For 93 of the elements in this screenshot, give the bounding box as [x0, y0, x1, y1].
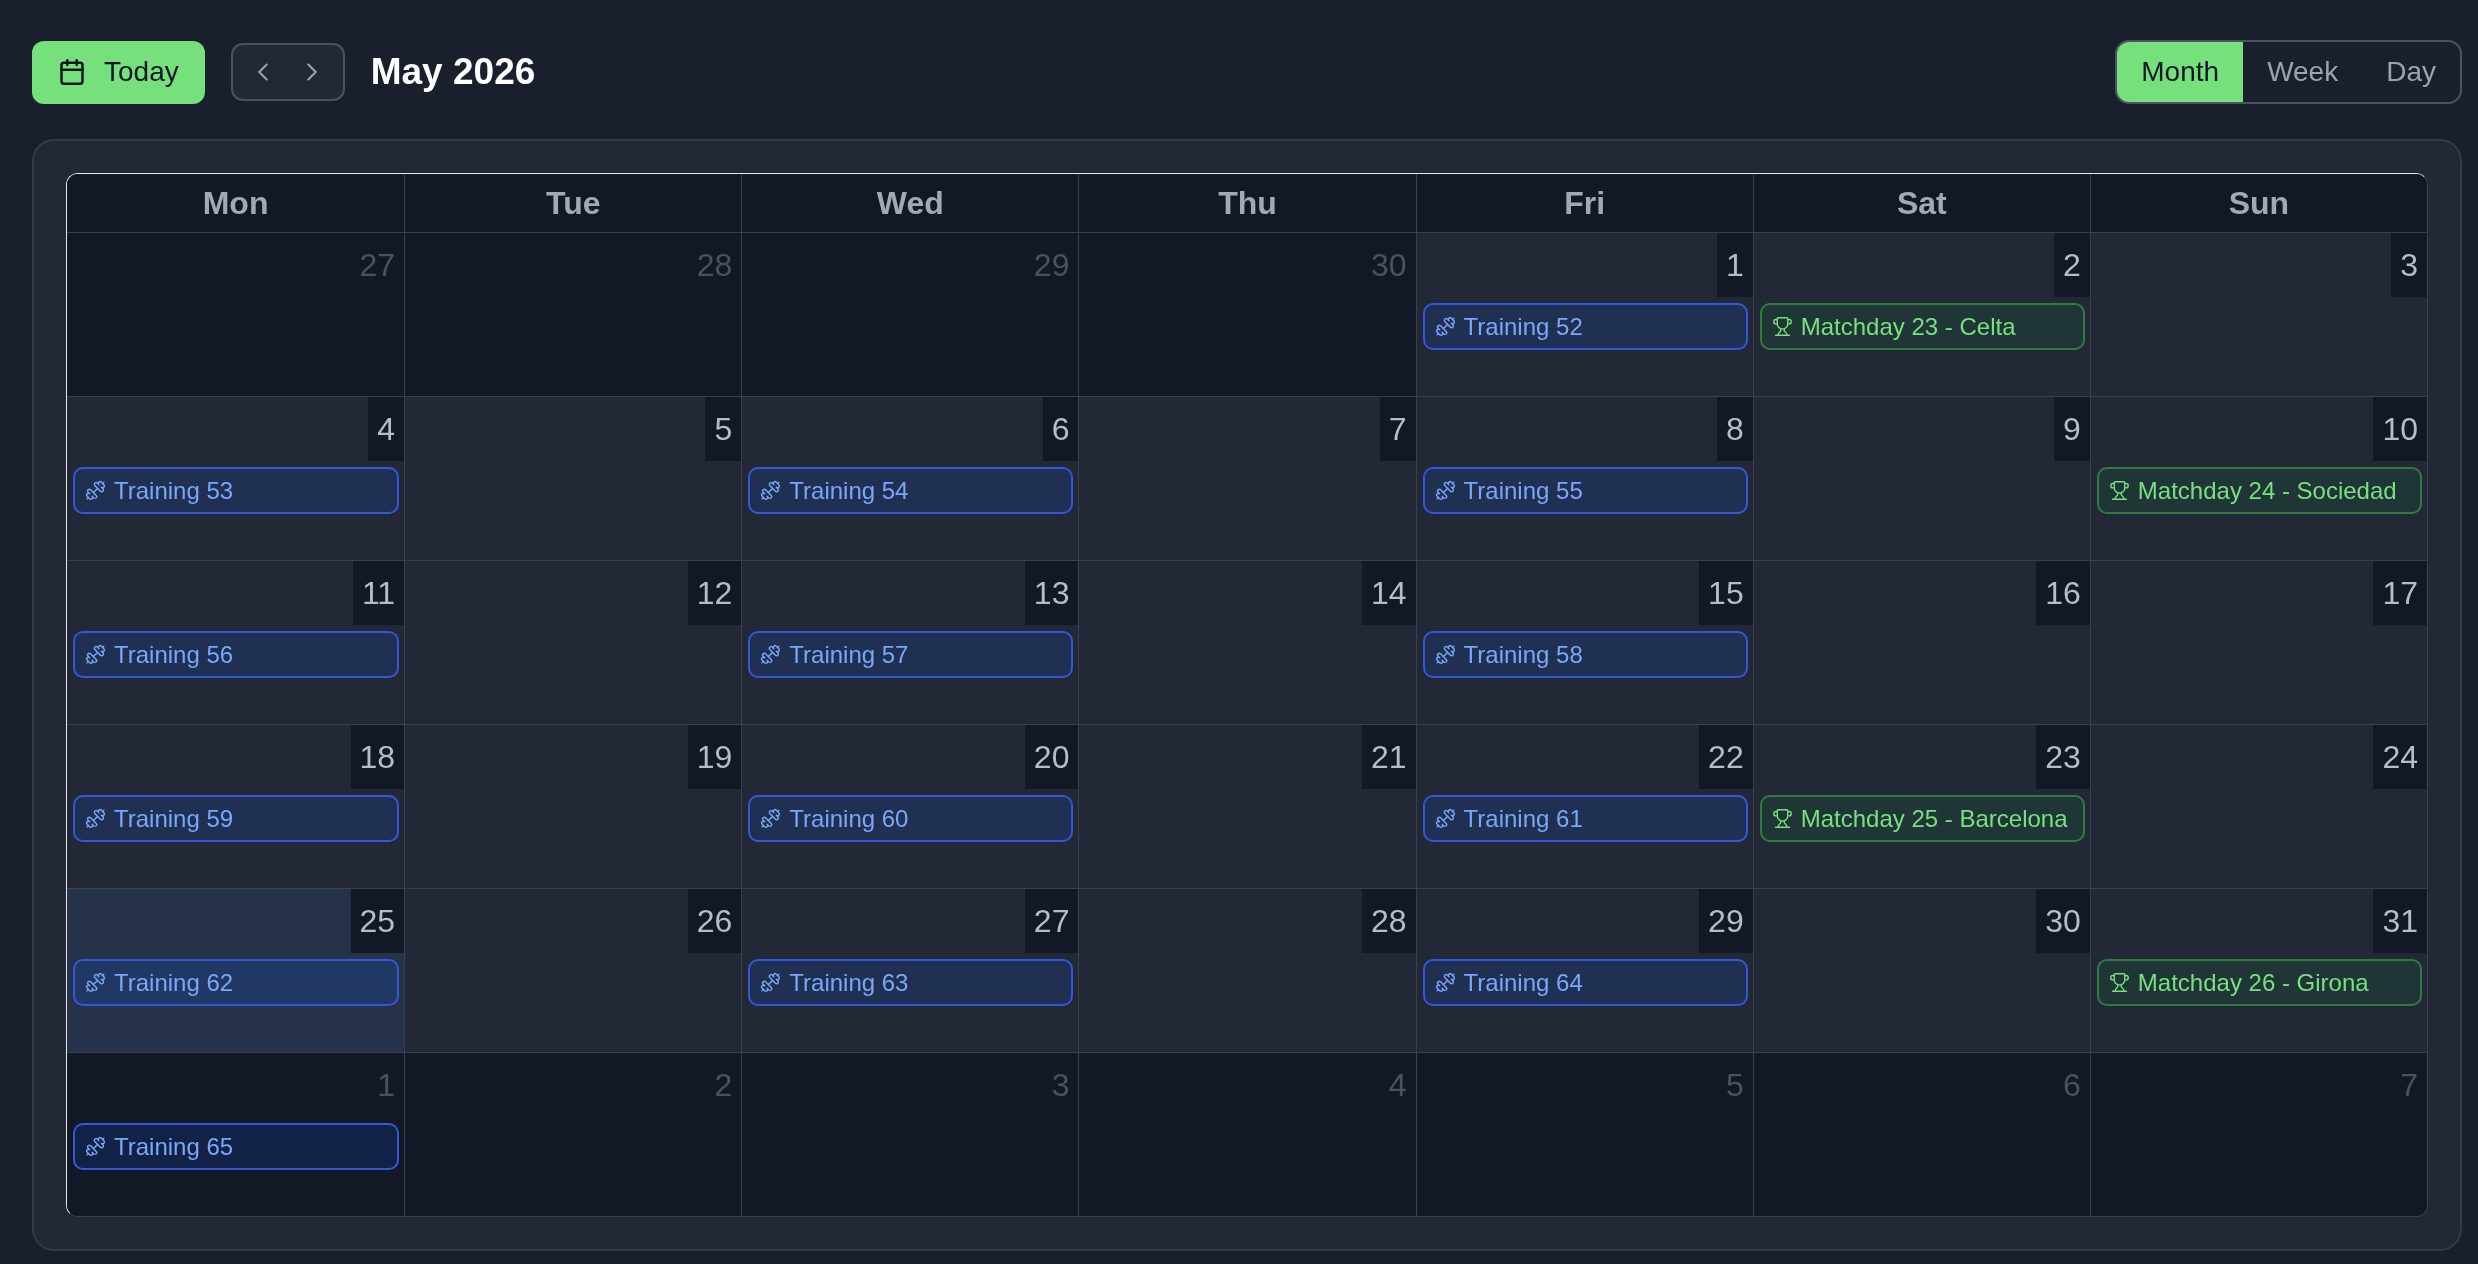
day-number: 26 [687, 889, 742, 953]
day-number: 25 [350, 889, 405, 953]
training-event[interactable]: Training 58 [1422, 631, 1748, 678]
weekday-header: Mon [67, 174, 405, 232]
day-number: 1 [1716, 233, 1753, 297]
training-event[interactable]: Training 53 [73, 467, 400, 514]
dumbbell-icon [1434, 972, 1456, 993]
day-number: 16 [2036, 561, 2090, 625]
dumbbell-icon [760, 972, 782, 993]
dumbbell-icon [1434, 644, 1456, 665]
day-number: 3 [2391, 233, 2427, 297]
day-number: 20 [1024, 725, 1079, 789]
dumbbell-icon [760, 808, 782, 829]
weekday-header: Sat [1752, 174, 2090, 232]
day-number: 7 [1379, 397, 1416, 461]
dumbbell-icon [85, 808, 106, 829]
day-number: 10 [2373, 397, 2427, 461]
weekday-header: Sun [2089, 174, 2427, 232]
day-number: 18 [350, 725, 405, 789]
dumbbell-icon [760, 644, 782, 665]
chevron-left-icon [258, 63, 269, 81]
day-number: 30 [2036, 889, 2090, 953]
day-number: 30 [1369, 246, 1408, 285]
day-number: 24 [2373, 725, 2427, 789]
day-number: 29 [1699, 889, 1753, 953]
day-number: 3 [1050, 1066, 1071, 1105]
day-number: 11 [352, 561, 405, 625]
dumbbell-icon [1434, 480, 1456, 501]
dumbbell-icon [85, 1136, 106, 1157]
day-number: 9 [2054, 397, 2090, 461]
weekday-header: Tue [404, 174, 742, 232]
trophy-icon [1771, 316, 1793, 337]
day-number: 17 [2373, 561, 2427, 625]
dumbbell-icon [85, 972, 106, 993]
training-event[interactable]: Training 52 [1422, 303, 1748, 350]
dumbbell-icon [1434, 808, 1456, 829]
day-number: 2 [713, 1066, 734, 1105]
training-event[interactable]: Training 64 [1422, 959, 1748, 1006]
training-event[interactable]: Training 61 [1422, 795, 1748, 842]
match-event[interactable]: Matchday 26 - Girona [2096, 959, 2422, 1006]
training-event[interactable]: Training 56 [73, 631, 400, 678]
weekday-header: Wed [741, 174, 1079, 232]
dumbbell-icon [85, 644, 106, 665]
training-event[interactable]: Training 59 [73, 795, 400, 842]
dumbbell-icon [1434, 316, 1456, 337]
month-title: May 2026 [370, 50, 536, 95]
day-number: 29 [1032, 246, 1071, 285]
day-number: 2 [2054, 233, 2090, 297]
training-event[interactable]: Training 54 [748, 467, 1074, 514]
day-number: 19 [687, 725, 742, 789]
trophy-icon [2108, 972, 2130, 993]
day-number: 4 [1387, 1066, 1408, 1105]
weekday-header: Thu [1078, 174, 1416, 232]
day-number: 13 [1024, 561, 1079, 625]
day-number: 8 [1716, 397, 1753, 461]
day-number: 31 [2373, 889, 2427, 953]
chevron-right-icon [307, 63, 318, 81]
match-event[interactable]: Matchday 23 - Celta [1759, 303, 2085, 350]
training-event[interactable]: Training 63 [748, 959, 1074, 1006]
day-number: 5 [705, 397, 742, 461]
match-event[interactable]: Matchday 24 - Sociedad [2096, 467, 2422, 514]
calendar-icon [58, 58, 86, 86]
view-tab[interactable]: Month [2117, 42, 2244, 102]
training-event[interactable]: Training 62 [73, 959, 400, 1006]
dumbbell-icon [760, 480, 782, 501]
trophy-icon [1771, 808, 1793, 829]
view-tab[interactable]: Day [2362, 42, 2460, 102]
view-tab[interactable]: Week [2243, 42, 2363, 102]
training-event[interactable]: Training 65 [73, 1123, 400, 1170]
today-button[interactable]: Today [32, 40, 205, 104]
day-number: 28 [695, 246, 734, 285]
training-event[interactable]: Training 60 [748, 795, 1074, 842]
day-number: 15 [1699, 561, 1753, 625]
training-event[interactable]: Training 55 [1422, 467, 1748, 514]
match-event[interactable]: Matchday 25 - Barcelona [1759, 795, 2085, 842]
day-number: 6 [2062, 1066, 2082, 1105]
day-number: 5 [1724, 1066, 1745, 1105]
day-number: 7 [2399, 1066, 2419, 1105]
day-number: 12 [687, 561, 742, 625]
day-number: 23 [2036, 725, 2090, 789]
day-number: 28 [1361, 889, 1416, 953]
trophy-icon [2108, 480, 2130, 501]
day-number: 6 [1042, 397, 1079, 461]
day-number: 21 [1361, 725, 1416, 789]
day-number: 4 [368, 397, 405, 461]
day-number: 27 [1024, 889, 1079, 953]
day-number: 14 [1361, 561, 1416, 625]
dumbbell-icon [85, 480, 106, 501]
weekday-header: Fri [1415, 174, 1753, 232]
day-number: 27 [358, 246, 397, 285]
day-number: 22 [1699, 725, 1753, 789]
training-event[interactable]: Training 57 [748, 631, 1074, 678]
day-number: 1 [376, 1066, 397, 1105]
